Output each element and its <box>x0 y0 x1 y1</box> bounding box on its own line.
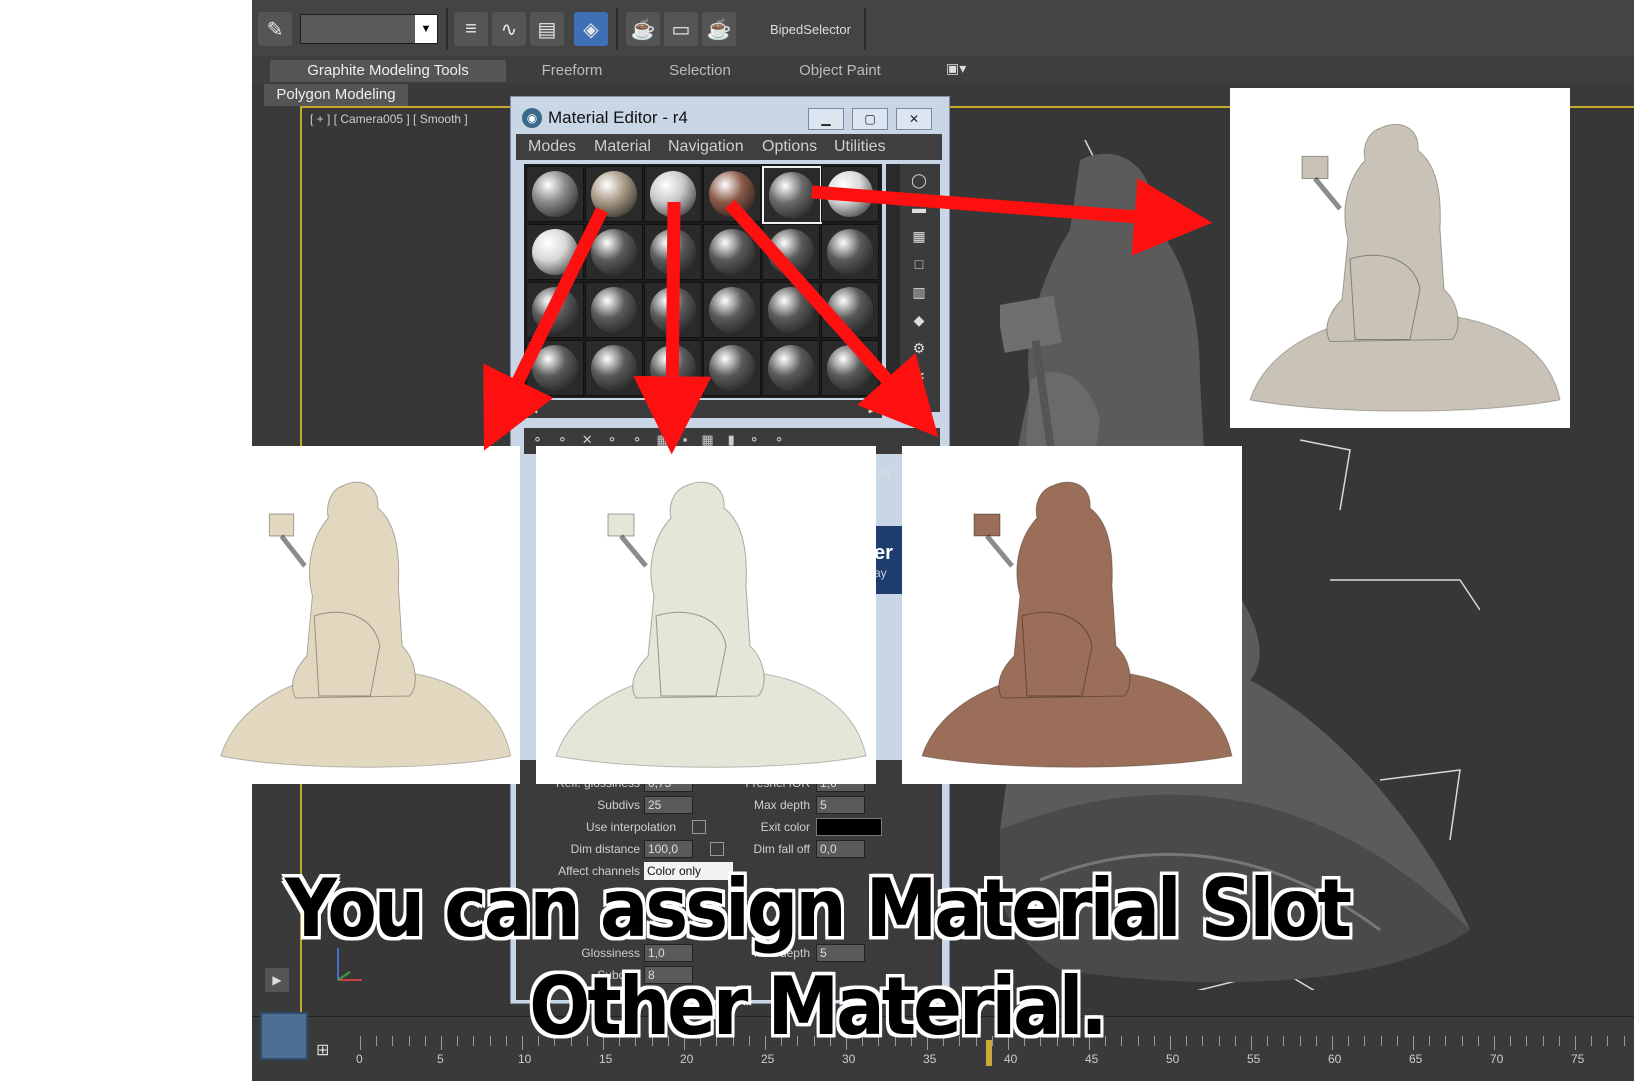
render-statue-top-right <box>1249 123 1561 412</box>
render-statue-left <box>220 481 512 768</box>
render-statue-right <box>921 481 1233 768</box>
caption-line-2: Other Material. <box>529 958 1108 1054</box>
caption-line-1: You can assign Material Slot <box>284 860 1352 956</box>
render-statue-middle <box>555 481 867 768</box>
